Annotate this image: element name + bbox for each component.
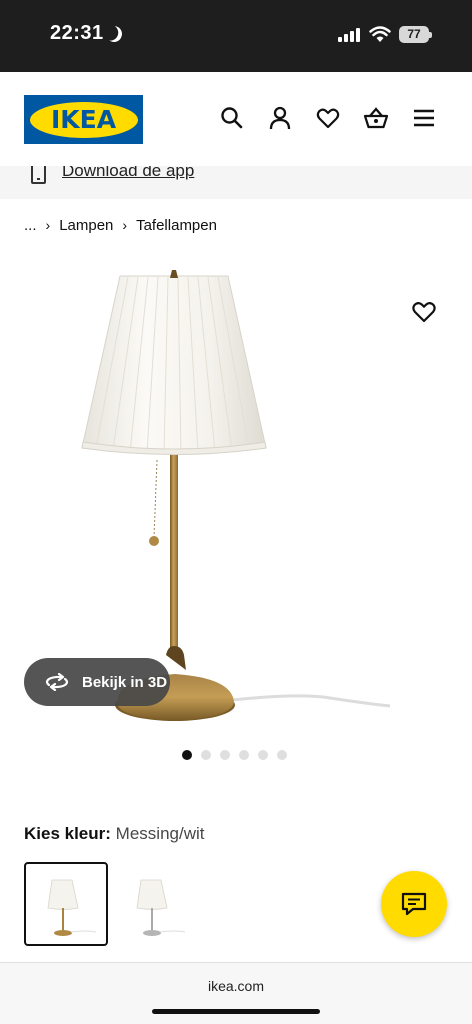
color-swatch-nickel-white[interactable] bbox=[109, 862, 193, 946]
basket-icon bbox=[363, 107, 389, 129]
status-time: 22:31 bbox=[50, 22, 104, 44]
pagination-dot[interactable] bbox=[258, 750, 268, 760]
add-to-favourites-button[interactable] bbox=[410, 298, 438, 326]
pagination-dot[interactable] bbox=[220, 750, 230, 760]
url-text[interactable]: ikea.com bbox=[0, 978, 472, 994]
pagination-dot[interactable] bbox=[239, 750, 249, 760]
menu-icon bbox=[414, 109, 434, 127]
heart-icon bbox=[316, 108, 340, 129]
breadcrumb: ... › Lampen › Tafellampen bbox=[24, 214, 217, 236]
product-page: 22:31 77 IKEA Download de app ... › Lamp… bbox=[0, 0, 472, 1024]
pagination-dot[interactable] bbox=[277, 750, 287, 760]
favourites-button[interactable] bbox=[315, 105, 341, 131]
color-value: Messing/wit bbox=[115, 824, 205, 843]
breadcrumb-ellipsis[interactable]: ... bbox=[24, 217, 37, 234]
status-bar: 22:31 77 bbox=[0, 0, 472, 72]
heart-icon bbox=[412, 302, 436, 323]
moon-icon bbox=[104, 24, 125, 45]
search-icon bbox=[221, 107, 243, 129]
app-download-banner: Download de app bbox=[0, 166, 472, 199]
color-label: Kies kleur: bbox=[24, 824, 111, 843]
browser-address-bar[interactable]: ikea.com bbox=[0, 962, 472, 1024]
account-button[interactable] bbox=[267, 105, 293, 131]
view-in-3d-label: Bekijk in 3D bbox=[82, 673, 168, 691]
search-button[interactable] bbox=[219, 105, 245, 131]
pagination-dot[interactable] bbox=[201, 750, 211, 760]
battery-icon: 77 bbox=[399, 26, 432, 43]
account-icon bbox=[269, 106, 291, 130]
ikea-logo[interactable]: IKEA bbox=[24, 95, 143, 144]
pagination-dot[interactable] bbox=[182, 750, 192, 760]
chat-icon bbox=[401, 892, 427, 916]
nickel-lamp-thumbnail bbox=[136, 879, 186, 936]
chat-button[interactable] bbox=[381, 871, 447, 937]
breadcrumb-tafellampen[interactable]: Tafellampen bbox=[136, 217, 217, 234]
color-selection: Kies kleur: Messing/wit bbox=[24, 824, 204, 844]
chevron-right-icon: › bbox=[45, 217, 51, 233]
image-pagination bbox=[182, 750, 287, 760]
logo-oval: IKEA bbox=[29, 101, 138, 138]
menu-button[interactable] bbox=[411, 105, 437, 131]
basket-button[interactable] bbox=[363, 105, 389, 131]
wifi-icon bbox=[369, 26, 391, 42]
logo-text: IKEA bbox=[50, 105, 117, 134]
rotate-3d-icon bbox=[45, 673, 69, 691]
breadcrumb-lampen[interactable]: Lampen bbox=[59, 217, 113, 234]
site-header: IKEA bbox=[0, 72, 472, 166]
brass-lamp-thumbnail bbox=[47, 879, 97, 936]
view-in-3d-button[interactable]: Bekijk in 3D bbox=[24, 658, 170, 706]
chevron-right-icon: › bbox=[122, 217, 128, 233]
cellular-signal-icon bbox=[338, 28, 360, 42]
phone-icon bbox=[31, 166, 46, 184]
home-indicator[interactable] bbox=[152, 1009, 320, 1014]
color-swatch-brass-white[interactable] bbox=[24, 862, 108, 946]
download-app-link[interactable]: Download de app bbox=[62, 166, 194, 181]
